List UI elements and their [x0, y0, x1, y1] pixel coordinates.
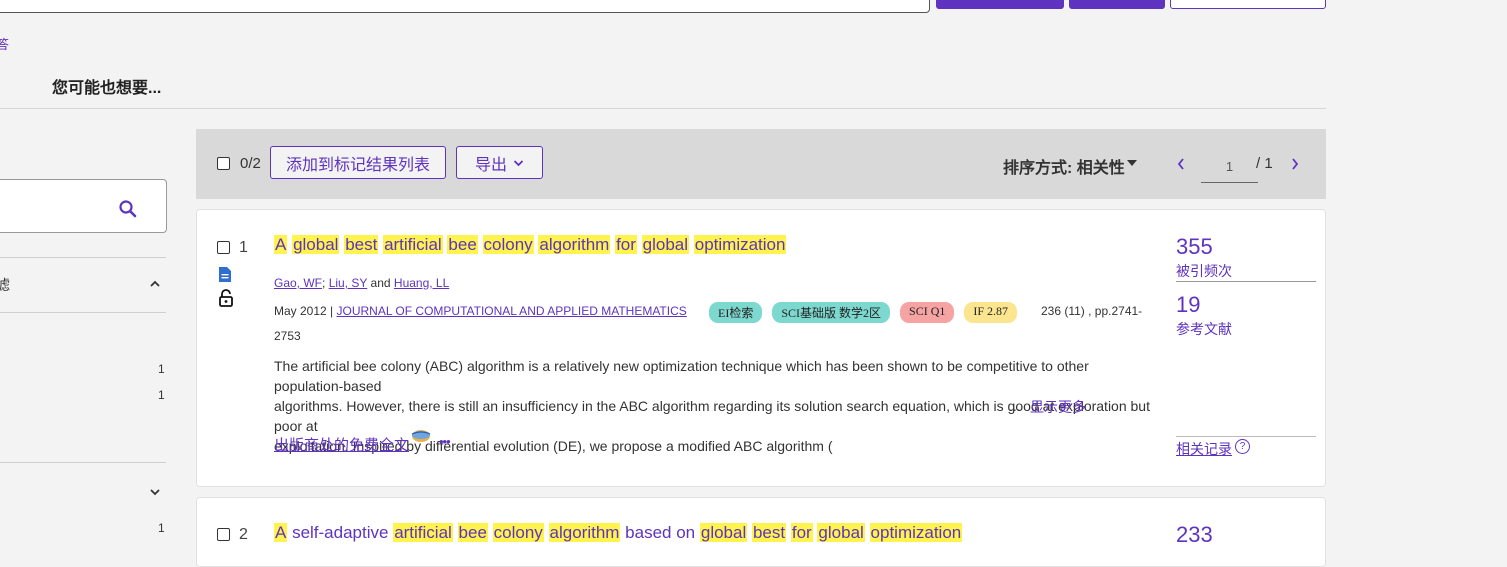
ellipsis: ... — [1009, 398, 1021, 414]
publisher-logo-icon[interactable] — [410, 428, 432, 449]
author-link[interactable]: Liu, SY — [329, 276, 367, 290]
filter-section-label: 滤 — [0, 277, 10, 293]
filter-count: 1 — [158, 388, 165, 402]
title-text — [488, 523, 493, 542]
record-checkbox[interactable] — [217, 528, 230, 541]
free-full-text-link[interactable]: 出版商处的免费全文 — [274, 434, 409, 455]
left-link[interactable]: 答 — [0, 34, 9, 53]
filter-count: 1 — [158, 521, 165, 535]
divider — [0, 462, 166, 463]
highlighted-term: global — [641, 235, 690, 254]
record-title[interactable]: A global best artificial bee colony algo… — [274, 235, 787, 255]
selected-count: 0/2 — [240, 155, 261, 172]
maybe-also-want-heading[interactable]: 您可能也想要... — [52, 74, 161, 98]
page-total: / 1 — [1256, 155, 1273, 172]
pub-date: May 2012 | — [274, 304, 334, 318]
title-text: self-adaptive — [287, 523, 394, 542]
author-link[interactable]: Huang, LL — [394, 276, 449, 290]
chevron-down-icon[interactable] — [149, 484, 161, 500]
publication-info: May 2012 | JOURNAL OF COMPUTATIONAL AND … — [274, 304, 687, 318]
index-badge: SCI基础版 数学2区 — [772, 302, 891, 323]
author-link[interactable]: Gao, WF — [274, 276, 322, 290]
highlighted-term: bee — [447, 235, 478, 254]
more-options-icon[interactable]: ••• — [439, 434, 451, 449]
divider — [1176, 281, 1316, 282]
index-badge: SCI Q1 — [900, 302, 955, 323]
record-checkbox[interactable] — [217, 241, 230, 254]
page-number-input[interactable] — [1201, 151, 1258, 183]
highlighted-term: algorithm — [538, 235, 611, 254]
top-outline-button[interactable] — [1170, 0, 1326, 9]
highlighted-term: algorithm — [548, 523, 621, 542]
document-icon — [218, 266, 232, 288]
highlighted-term: artificial — [383, 235, 443, 254]
divider — [0, 257, 166, 258]
export-label: 导出 — [474, 156, 507, 174]
badges: EI检索 SCI基础版 数学2区 SCI Q1 IF 2.87 — [709, 302, 1018, 323]
sort-dropdown[interactable]: 排序方式: 相关性 — [1003, 154, 1125, 178]
highlighted-term: global — [817, 523, 865, 542]
record-number: 1 — [239, 239, 248, 256]
title-text — [478, 235, 483, 254]
highlighted-term: optimization — [869, 523, 963, 542]
add-to-marked-list-button[interactable]: 添加到标记结果列表 — [270, 146, 446, 179]
export-button[interactable]: 导出 — [456, 146, 543, 179]
highlighted-term: colony — [492, 523, 544, 542]
highlighted-term: colony — [482, 235, 534, 254]
top-secondary-button[interactable] — [1069, 0, 1165, 9]
citation-label: 被引频次 — [1176, 263, 1232, 279]
authors: Gao, WF; Liu, SY and Huang, LL — [274, 276, 450, 290]
record-title[interactable]: A self-adaptive artificial bee colony al… — [274, 523, 963, 543]
journal-link[interactable]: JOURNAL OF COMPUTATIONAL AND APPLIED MAT… — [337, 304, 687, 318]
pages-continued: 2753 — [274, 329, 301, 343]
chevron-up-icon[interactable] — [149, 276, 161, 292]
prev-page-icon[interactable] — [1176, 155, 1186, 176]
top-search-input[interactable] — [0, 0, 930, 13]
chevron-down-icon — [513, 159, 524, 166]
index-badge: IF 2.87 — [964, 302, 1018, 323]
highlighted-term: for — [790, 523, 813, 542]
divider — [0, 108, 1326, 109]
select-all-checkbox[interactable] — [217, 157, 230, 170]
title-text — [544, 523, 549, 542]
title-text: based on — [620, 523, 700, 542]
top-search-button[interactable] — [936, 0, 1064, 9]
highlighted-term: A — [274, 235, 288, 254]
record-number: 2 — [239, 526, 248, 543]
reference-count[interactable]: 19 — [1176, 292, 1200, 318]
highlighted-term: artificial — [393, 523, 453, 542]
open-access-lock-icon — [218, 289, 234, 312]
highlighted-term: bee — [457, 523, 488, 542]
caret-down-icon[interactable] — [1127, 160, 1137, 166]
search-icon[interactable] — [118, 199, 138, 224]
show-more-link[interactable]: 显示更多 — [1030, 397, 1086, 417]
citation-count[interactable]: 233 — [1176, 522, 1213, 548]
next-page-icon[interactable] — [1290, 155, 1300, 176]
title-text — [453, 523, 458, 542]
title-text — [865, 523, 870, 542]
highlighted-term: global — [699, 523, 748, 542]
highlighted-term: best — [344, 235, 379, 254]
title-text — [637, 235, 642, 254]
highlighted-term: global — [292, 235, 340, 254]
citation-count[interactable]: 355 — [1176, 234, 1213, 260]
refine-search-input[interactable] — [0, 179, 167, 233]
reference-label: 参考文献 — [1176, 321, 1232, 337]
highlighted-term: A — [274, 523, 288, 542]
divider — [1176, 436, 1316, 437]
volume-pages: 236 (11) , pp.2741- — [1041, 304, 1143, 318]
highlighted-term: optimization — [693, 235, 787, 254]
highlighted-term: for — [615, 235, 637, 254]
related-records-link[interactable]: 相关记录 — [1176, 439, 1232, 459]
index-badge: EI检索 — [709, 302, 763, 323]
highlighted-term: best — [751, 523, 787, 542]
filter-count: 1 — [158, 362, 165, 376]
help-icon[interactable]: ? — [1235, 439, 1250, 454]
divider — [0, 312, 166, 313]
